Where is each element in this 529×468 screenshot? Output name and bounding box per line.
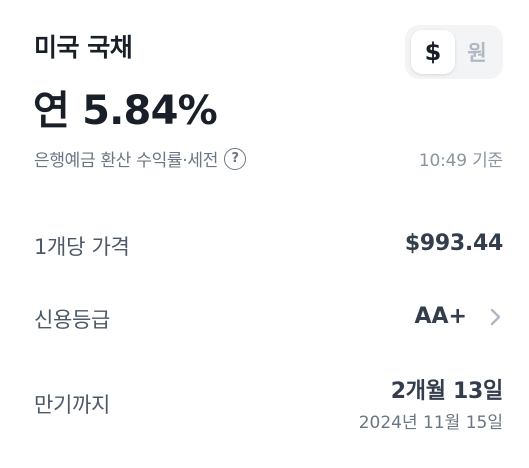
price-label: 1개당 가격	[34, 235, 130, 259]
maturity-date: 2024년 11월 15일	[358, 413, 503, 433]
rate-note-text: 은행예금 환산 수익률·세전	[34, 151, 219, 171]
interest-rate: 연 5.84%	[33, 88, 218, 134]
product-title: 미국 국채	[34, 33, 133, 62]
rating-value: AA+	[414, 304, 468, 329]
question-circle-icon[interactable]: ?	[224, 147, 247, 170]
currency-option-usd[interactable]: $	[411, 30, 455, 74]
currency-option-krw[interactable]: 원	[455, 30, 499, 74]
rating-label: 신용등급	[34, 308, 111, 332]
rating-row[interactable]: AA+	[415, 304, 504, 329]
price-value: $993.44	[404, 231, 503, 256]
currency-toggle[interactable]: $ 원	[405, 25, 503, 79]
maturity-value: 2개월 13일	[390, 379, 504, 404]
chevron-right-icon[interactable]	[489, 305, 503, 329]
maturity-label: 만기까지	[34, 393, 111, 417]
update-time: 10:49 기준	[418, 151, 503, 171]
rate-note: 은행예금 환산 수익률·세전 ?	[34, 146, 247, 171]
